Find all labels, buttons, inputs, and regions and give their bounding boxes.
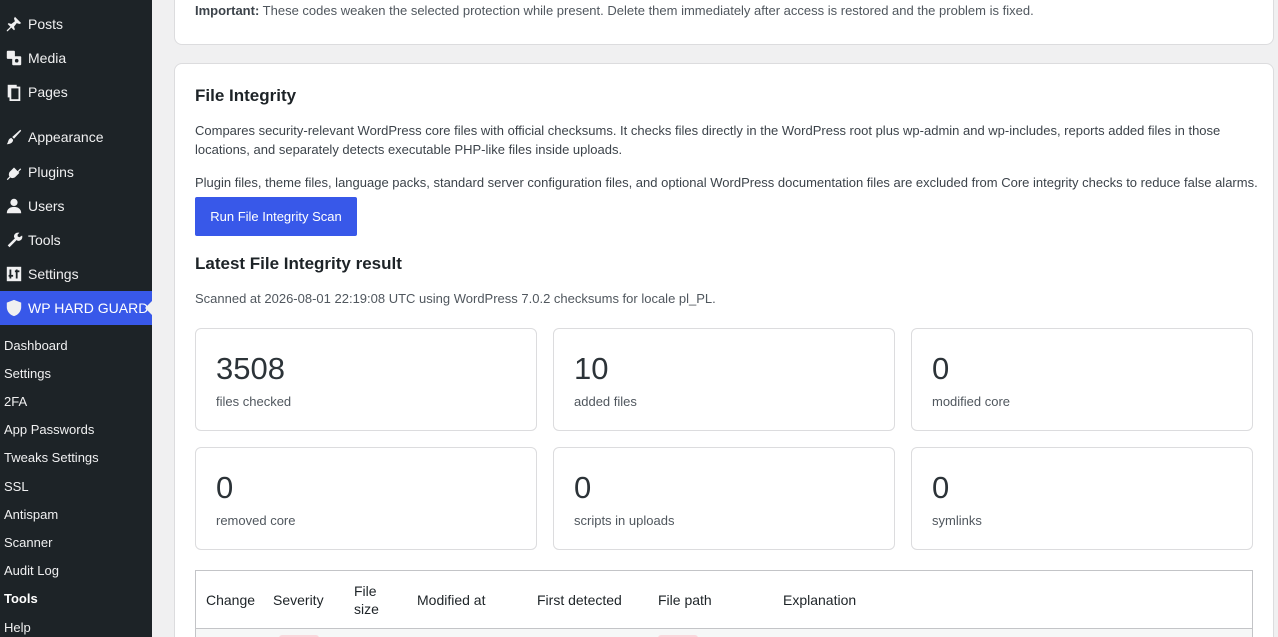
- stat-value: 0: [216, 470, 234, 505]
- sidebar-item-pages[interactable]: Pages: [0, 75, 152, 109]
- sidebar-item-settings[interactable]: Settings: [0, 257, 152, 291]
- stat-card: 0 modified core: [911, 328, 1253, 431]
- sidebar-item-plugins[interactable]: Plugins: [0, 155, 152, 189]
- stat-label: added files: [574, 394, 637, 409]
- sidebar-item-label: WP HARD GUARD: [28, 300, 149, 316]
- latest-result-title: Latest File Integrity result: [195, 254, 402, 273]
- media-icon: [0, 48, 28, 68]
- wrench-icon: [0, 230, 28, 250]
- sidebar-item-label: Users: [28, 198, 65, 214]
- column-header-explanation[interactable]: Explanation: [783, 571, 856, 629]
- section-title: File Integrity: [195, 86, 297, 105]
- submenu-item-antispam[interactable]: Antispam: [4, 505, 58, 525]
- column-header-first-detected[interactable]: First detected: [537, 571, 622, 629]
- notice-label: Important:: [195, 3, 260, 18]
- column-header-file-path[interactable]: File path: [658, 571, 712, 629]
- table-row: [196, 629, 1252, 637]
- pin-icon: [0, 14, 28, 34]
- sidebar-item-tools[interactable]: Tools: [0, 223, 152, 257]
- stat-card: 3508 files checked: [195, 328, 537, 431]
- important-notice: Important: These codes weaken the select…: [195, 3, 1034, 18]
- sidebar-item-posts[interactable]: Posts: [0, 7, 152, 41]
- column-header-severity[interactable]: Severity: [273, 571, 324, 629]
- scan-metadata: Scanned at 2026-08-01 22:19:08 UTC using…: [195, 291, 716, 306]
- user-icon: [0, 196, 28, 216]
- pages-icon: [0, 82, 28, 102]
- submenu-item-tools[interactable]: Tools: [4, 589, 38, 609]
- stat-card: 0 scripts in uploads: [553, 447, 895, 550]
- submenu-item-2fa[interactable]: 2FA: [4, 392, 27, 412]
- sidebar-submenu: Dashboard Settings 2FA App Passwords Twe…: [0, 325, 152, 637]
- submenu-item-dashboard[interactable]: Dashboard: [4, 336, 68, 356]
- sidebar-item-label: Settings: [28, 266, 79, 282]
- sidebar-item-label: Pages: [28, 84, 68, 100]
- sidebar-item-wp-hard-guard[interactable]: WP HARD GUARD: [0, 291, 152, 325]
- admin-wrapper: Posts Media Pages Appearance Plugins Use…: [0, 0, 1278, 637]
- stat-card: 10 added files: [553, 328, 895, 431]
- submenu-item-tweaks-settings[interactable]: Tweaks Settings: [4, 448, 99, 468]
- stat-value: 3508: [216, 351, 285, 386]
- sidebar-item-label: Appearance: [28, 129, 104, 145]
- stat-label: modified core: [932, 394, 1011, 409]
- admin-sidebar: Posts Media Pages Appearance Plugins Use…: [0, 0, 152, 637]
- stat-label: removed core: [216, 513, 296, 528]
- submenu-item-help[interactable]: Help: [4, 618, 31, 637]
- sidebar-item-label: Media: [28, 50, 67, 66]
- stat-label: symlinks: [932, 513, 982, 528]
- sidebar-item-users[interactable]: Users: [0, 189, 152, 223]
- stat-value: 0: [574, 470, 592, 505]
- stat-card: 0 symlinks: [911, 447, 1253, 550]
- sidebar-item-label: Plugins: [28, 164, 74, 180]
- column-header-file-size[interactable]: File size: [354, 571, 394, 629]
- sidebar-item-appearance[interactable]: Appearance: [0, 120, 152, 154]
- stat-label: scripts in uploads: [574, 513, 675, 528]
- run-scan-button[interactable]: Run File Integrity Scan: [195, 197, 357, 236]
- submenu-item-audit-log[interactable]: Audit Log: [4, 561, 59, 581]
- plugin-icon: [0, 162, 28, 182]
- sidebar-item-label: Posts: [28, 16, 64, 32]
- results-table: Change Severity File size Modified at Fi…: [195, 570, 1253, 637]
- stat-label: files checked: [216, 394, 292, 409]
- submenu-item-settings[interactable]: Settings: [4, 364, 51, 384]
- brush-icon: [0, 127, 28, 147]
- column-header-modified-at[interactable]: Modified at: [417, 571, 485, 629]
- section-description: Compares security-relevant WordPress cor…: [195, 123, 1221, 157]
- column-header-change[interactable]: Change: [206, 571, 255, 629]
- shield-icon: [0, 298, 28, 318]
- stat-card: 0 removed core: [195, 447, 537, 550]
- exclusions-note: Plugin files, theme files, language pack…: [195, 175, 1258, 190]
- stat-value: 10: [574, 351, 609, 386]
- submenu-item-ssl[interactable]: SSL: [4, 477, 29, 497]
- submenu-item-scanner[interactable]: Scanner: [4, 533, 52, 553]
- settings-icon: [0, 264, 28, 284]
- stat-value: 0: [932, 351, 950, 386]
- submenu-item-app-passwords[interactable]: App Passwords: [4, 420, 94, 440]
- sidebar-item-media[interactable]: Media: [0, 41, 152, 75]
- notice-text: These codes weaken the selected protecti…: [262, 3, 1034, 18]
- stat-value: 0: [932, 470, 950, 505]
- sidebar-item-label: Tools: [28, 232, 61, 248]
